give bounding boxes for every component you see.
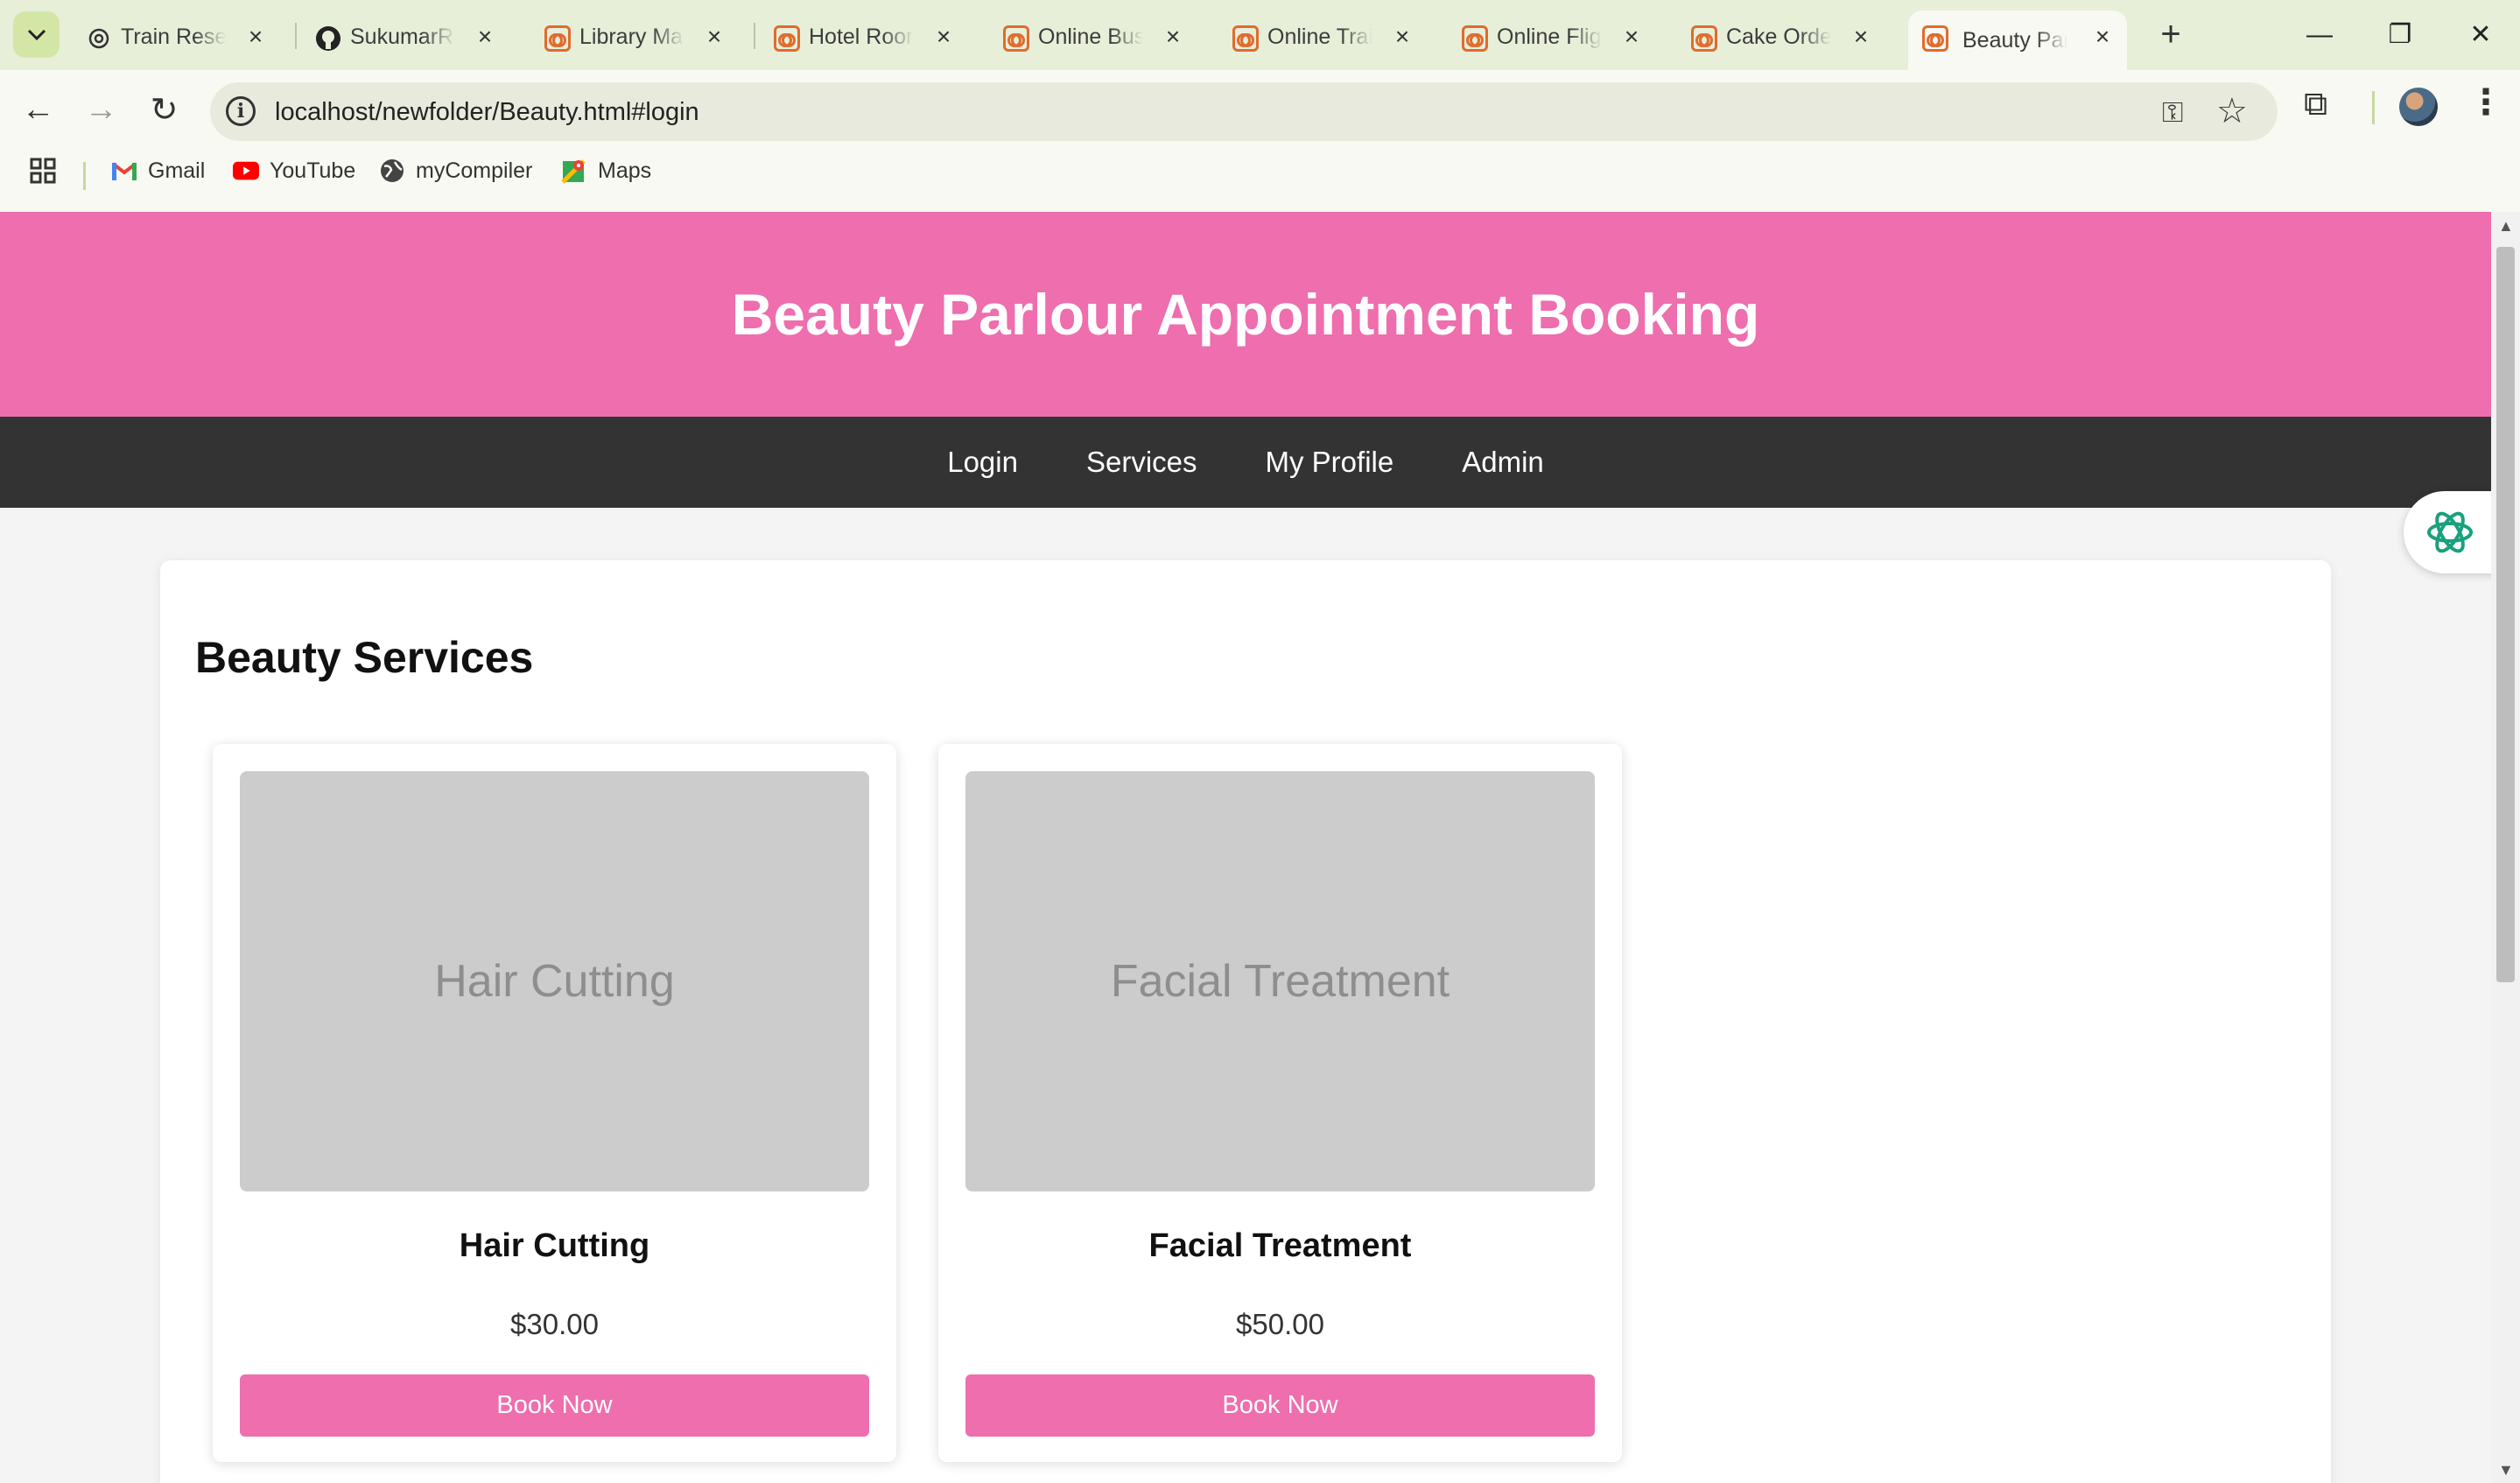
service-image-placeholder: Hair Cutting [240,771,869,1191]
scroll-down-arrow-icon[interactable]: ▼ [2498,1461,2514,1479]
tab-title: Online Bus [1038,24,1143,49]
back-arrow-icon[interactable]: ← [14,86,62,134]
bookmark-label: Maps [598,158,652,183]
nav-link-my-profile[interactable]: My Profile [1266,446,1394,479]
service-image-placeholder: Facial Treatment [965,771,1595,1191]
scroll-up-arrow-icon[interactable]: ▲ [2498,217,2514,235]
tab-library-management[interactable]: Library Man × [544,11,721,63]
chevron-down-icon [27,29,46,40]
tab-cake-order[interactable]: Cake Order × [1691,11,1868,63]
bookmarks-separator [83,162,86,190]
close-icon[interactable]: × [1161,25,1185,49]
ai-assistant-button[interactable] [2404,491,2500,573]
restore-icon[interactable]: ❐ [2374,13,2426,57]
close-icon[interactable]: × [2090,25,2115,49]
site-header: Beauty Parlour Appointment Booking [0,212,2491,417]
tab-title: Online Train [1267,24,1372,49]
services-heading: Beauty Services [195,633,534,682]
xampp-icon [1232,25,1259,52]
close-icon[interactable]: × [1390,25,1414,49]
site-nav: Login Services My Profile Admin [0,417,2491,508]
page-title: Beauty Parlour Appointment Booking [731,282,1760,347]
youtube-icon [233,158,259,184]
tab-hotel-room[interactable]: Hotel Room × [774,11,951,63]
tab-search-button[interactable] [13,11,60,58]
xampp-icon [544,25,571,52]
services-panel: Beauty Services Hair Cutting Hair Cuttin… [160,560,2331,1483]
service-price: $30.00 [510,1308,599,1340]
close-icon[interactable]: × [243,25,268,49]
book-now-button[interactable]: Book Now [965,1374,1595,1437]
star-icon[interactable]: ☆ [2216,91,2248,131]
tab-online-flight[interactable]: Online Fligh × [1462,11,1639,63]
url-text[interactable]: localhost/newfolder/Beauty.html#login [275,98,699,127]
xampp-icon [1691,25,1717,52]
nav-link-admin[interactable]: Admin [1462,446,1544,479]
close-icon[interactable]: × [931,25,956,49]
tab-online-train[interactable]: Online Train × [1232,11,1409,63]
scroll-thumb[interactable] [2496,247,2515,982]
bookmark-mycompiler[interactable]: myCompiler [379,158,532,184]
service-card-facial-treatment: Facial Treatment Facial Treatment $50.00… [938,744,1622,1462]
tab-separator [295,23,297,49]
tab-strip: Train Reserv × SukumarRa × Library Man ×… [0,0,2520,70]
bookmark-label: myCompiler [416,158,533,183]
maps-icon [561,158,587,184]
address-bar[interactable]: i localhost/newfolder/Beauty.html#login … [210,82,2278,141]
vertical-scrollbar[interactable]: ▲ ▼ [2491,212,2520,1483]
globe-icon [379,158,405,184]
service-card-hair-cutting: Hair Cutting Hair Cutting $30.00 Book No… [213,744,896,1462]
site-info-icon[interactable]: i [226,96,256,126]
tab-title: Beauty Parl [1962,27,2067,53]
tab-github[interactable]: SukumarRa × [315,11,492,63]
key-icon[interactable]: ⚿ [2162,96,2183,130]
minimize-icon[interactable]: — [2293,13,2346,57]
xampp-icon [1003,25,1029,52]
bookmark-gmail[interactable]: Gmail [111,158,205,184]
nav-link-login[interactable]: Login [947,446,1018,479]
book-now-button[interactable]: Book Now [240,1374,869,1437]
nav-link-services[interactable]: Services [1086,446,1197,479]
tab-title: Library Man [579,24,684,49]
github-icon [315,25,341,52]
service-name: Facial Treatment [1148,1227,1412,1264]
bookmark-label: YouTube [270,158,356,183]
bookmark-maps[interactable]: Maps [561,158,651,184]
openai-icon [86,25,112,52]
close-icon[interactable]: × [1849,25,1873,49]
bookmarks-bar: Gmail YouTube myCompiler Maps [0,153,2520,197]
gmail-icon [111,158,137,184]
toolbar-divider [2372,91,2375,124]
bookmark-label: Gmail [148,158,206,183]
xampp-icon [1462,25,1488,52]
service-price: $50.00 [1236,1308,1324,1340]
close-icon[interactable]: × [473,25,497,49]
close-window-icon[interactable]: ✕ [2454,13,2507,57]
close-icon[interactable]: × [1619,25,1644,49]
close-icon[interactable]: × [702,25,727,49]
apps-grid-icon[interactable] [30,158,56,184]
more-menu-icon[interactable]: ⋮ [2468,82,2503,123]
service-name: Hair Cutting [459,1227,650,1264]
tab-train-reservation[interactable]: Train Reserv × [86,11,263,63]
tab-separator [754,23,755,49]
browser-toolbar: ← → ↻ i localhost/newfolder/Beauty.html#… [0,70,2520,221]
extensions-icon[interactable]: ⧉ [2304,86,2327,123]
tab-title: SukumarRa [350,24,455,49]
reload-icon[interactable]: ↻ [140,86,188,134]
xampp-icon [1922,25,1948,52]
tab-title: Cake Order [1726,24,1831,49]
tab-online-bus[interactable]: Online Bus × [1003,11,1180,63]
profile-avatar[interactable] [2399,88,2438,126]
tab-title: Hotel Room [809,24,914,49]
new-tab-button[interactable]: + [2149,13,2193,57]
tab-title: Train Reserv [121,24,226,49]
tab-title: Online Fligh [1497,24,1602,49]
bookmark-youtube[interactable]: YouTube [233,158,355,184]
forward-arrow-icon[interactable]: → [77,86,125,134]
web-page: Beauty Parlour Appointment Booking Login… [0,212,2491,1483]
xampp-icon [774,25,800,52]
openai-icon [2427,511,2473,553]
tab-beauty-parlour[interactable]: Beauty Parl × [1908,11,2127,70]
